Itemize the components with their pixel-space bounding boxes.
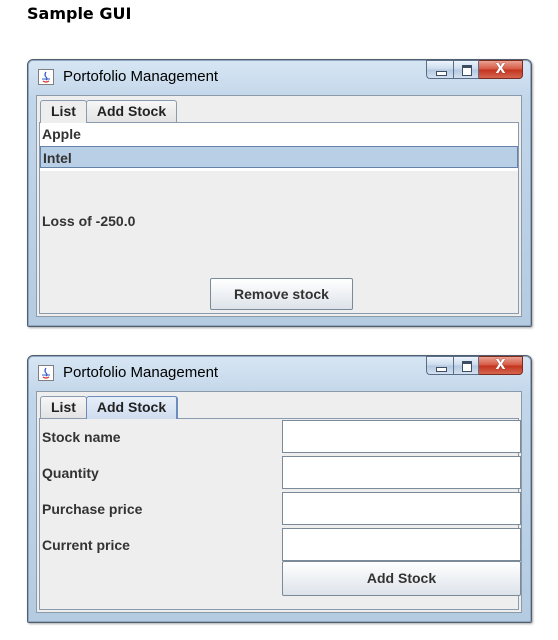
list-item-intel[interactable]: Intel bbox=[40, 146, 518, 168]
maximize-button[interactable] bbox=[453, 356, 479, 375]
window-content: List Add Stock Apple Intel Loss of -250.… bbox=[36, 95, 522, 317]
minimize-icon bbox=[436, 367, 447, 372]
purchase-price-input[interactable] bbox=[282, 492, 521, 525]
stock-list[interactable]: Apple Intel bbox=[40, 123, 518, 171]
maximize-icon bbox=[462, 361, 472, 372]
profit-loss-label: Loss of -250.0 bbox=[42, 213, 136, 229]
tab-panel-add-stock: Stock name Quantity Purchase price Curre… bbox=[39, 418, 521, 610]
tab-panel-list: Apple Intel Loss of -250.0 Remove stock bbox=[39, 122, 519, 314]
purchase-price-label: Purchase price bbox=[42, 501, 143, 517]
minimize-button[interactable] bbox=[426, 356, 453, 375]
close-icon: X bbox=[495, 358, 506, 373]
minimize-icon bbox=[436, 71, 447, 76]
java-app-icon[interactable] bbox=[38, 69, 54, 85]
tab-list[interactable]: List bbox=[40, 100, 87, 123]
close-button[interactable]: X bbox=[479, 356, 523, 375]
stock-name-input[interactable] bbox=[282, 420, 521, 453]
tab-strip: List Add Stock bbox=[40, 396, 179, 419]
window-title: Portofolio Management bbox=[63, 364, 219, 381]
java-app-icon[interactable] bbox=[38, 365, 54, 381]
maximize-icon bbox=[462, 65, 472, 76]
minimize-button[interactable] bbox=[426, 60, 453, 79]
portfolio-window-add: Portofolio Management X List Add Stock S… bbox=[27, 355, 532, 623]
remove-stock-button[interactable]: Remove stock bbox=[210, 278, 353, 310]
window-controls: X bbox=[426, 60, 523, 80]
list-item-apple[interactable]: Apple bbox=[40, 123, 518, 145]
tab-add-stock[interactable]: Add Stock bbox=[85, 396, 179, 419]
current-price-label: Current price bbox=[42, 537, 130, 553]
window-title: Portofolio Management bbox=[63, 68, 219, 85]
close-button[interactable]: X bbox=[479, 60, 523, 79]
quantity-input[interactable] bbox=[282, 456, 521, 489]
current-price-input[interactable] bbox=[282, 528, 521, 561]
tab-list[interactable]: List bbox=[40, 396, 87, 418]
portfolio-window-list: Portofolio Management X List Add Stock A… bbox=[27, 59, 532, 327]
window-content: List Add Stock Stock name Quantity Purch… bbox=[36, 391, 522, 613]
document-heading: Sample GUI bbox=[27, 4, 132, 23]
stock-name-label: Stock name bbox=[42, 429, 121, 445]
maximize-button[interactable] bbox=[453, 60, 479, 79]
window-controls: X bbox=[426, 356, 523, 376]
tab-add-stock[interactable]: Add Stock bbox=[85, 100, 178, 122]
quantity-label: Quantity bbox=[42, 465, 99, 481]
title-bar[interactable]: Portofolio Management X bbox=[28, 60, 531, 94]
close-icon: X bbox=[495, 62, 506, 77]
tab-strip: List Add Stock bbox=[40, 100, 178, 123]
add-stock-button[interactable]: Add Stock bbox=[282, 561, 521, 596]
title-bar[interactable]: Portofolio Management X bbox=[28, 356, 531, 390]
